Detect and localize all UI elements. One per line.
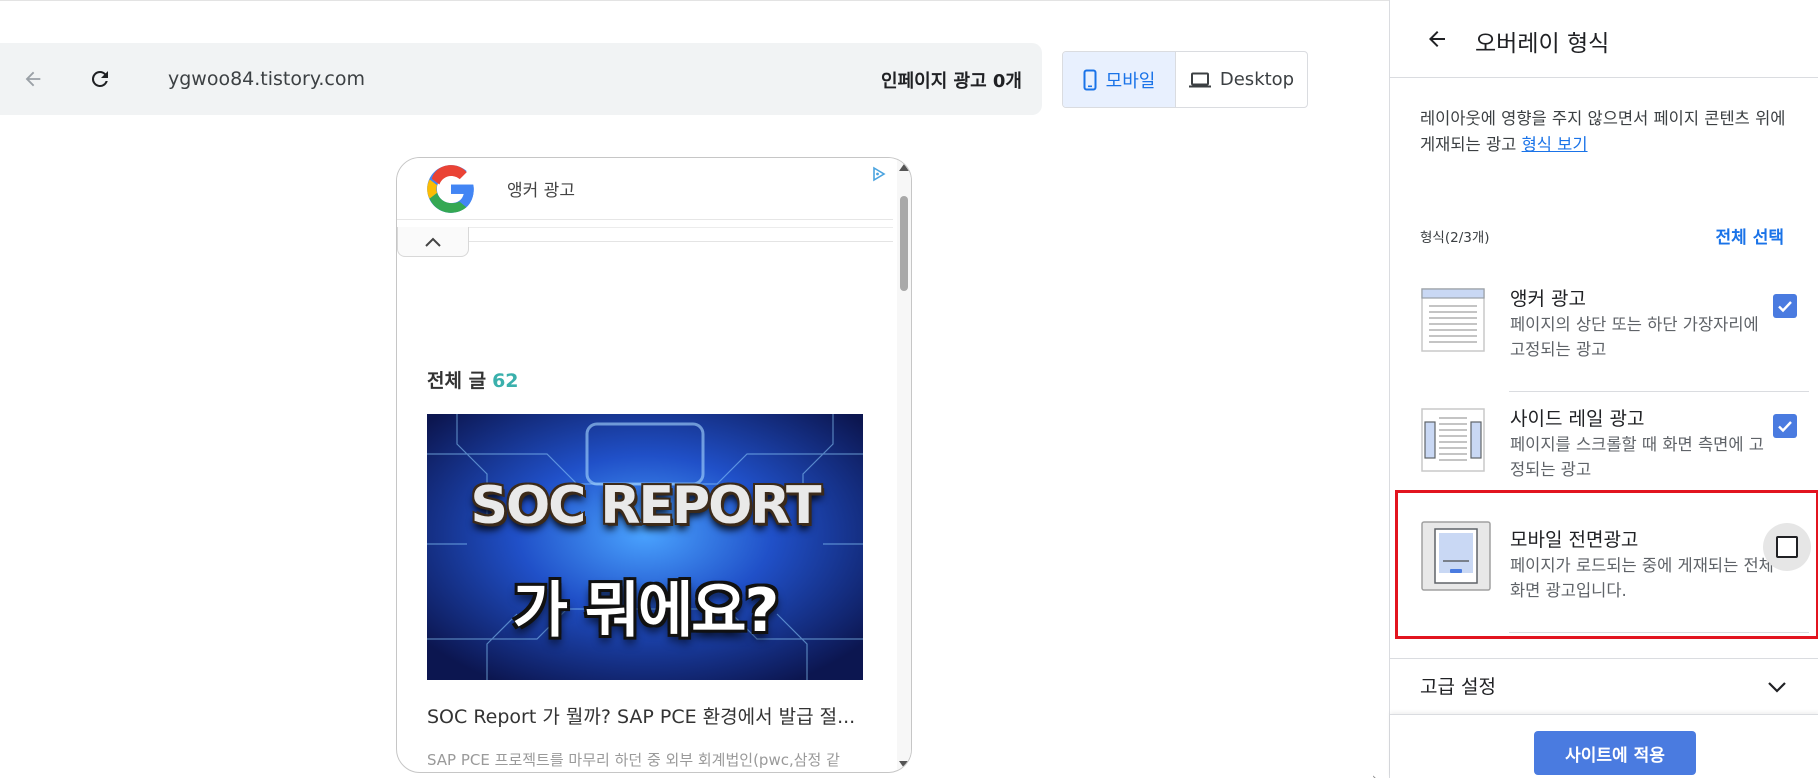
format-description: 페이지를 스크롤할 때 화면 측면에 고정되는 광고	[1510, 435, 1764, 479]
format-title: 사이드 레일 광고	[1510, 408, 1645, 430]
scroll-thumb[interactable]	[900, 196, 908, 291]
thumbnail-title-line-1: SOC REPORT	[470, 476, 822, 536]
anchor-collapse-button[interactable]	[397, 227, 469, 257]
format-item-interstitial[interactable]: 모바일 전면광고 페이지가 로드되는 중에 게재되는 전체 화면 광고입니다.	[1390, 513, 1818, 633]
post-excerpt: SAP PCE 프로젝트를 마무리 하던 중 외부 회계법인(pwc,삼정 같	[427, 751, 840, 769]
inpage-ad-count: 인페이지 광고 0개	[881, 71, 1022, 92]
app-root: ygwoo84.tistory.com 인페이지 광고 0개 모바일 Deskt…	[0, 0, 1818, 778]
panel-back-button[interactable]	[1422, 24, 1452, 54]
mobile-toggle-button[interactable]: 모바일	[1063, 52, 1176, 107]
url-bar: ygwoo84.tistory.com 인페이지 광고 0개	[0, 43, 1042, 115]
reload-button[interactable]	[84, 63, 116, 95]
google-logo-icon	[427, 165, 474, 213]
arrow-left-icon	[25, 71, 41, 87]
preview-area: ygwoo84.tistory.com 인페이지 광고 0개 모바일 Deskt…	[0, 0, 1389, 778]
anchor-checkbox[interactable]	[1773, 294, 1797, 318]
panel-footer: 사이트에 적용	[1390, 714, 1818, 778]
post-title-link[interactable]: SOC Report 가 뭘까? SAP PCE 환경에서 발급 절...	[427, 702, 877, 729]
view-formats-link[interactable]: 형식 보기	[1522, 135, 1588, 154]
chevron-up-icon	[425, 237, 441, 247]
chevron-right-icon: ›	[1372, 771, 1377, 778]
scroll-up-icon[interactable]	[899, 164, 909, 171]
anchor-ad-icon	[1421, 288, 1485, 352]
checkmark-icon	[1778, 301, 1792, 313]
panel-description-text: 레이아웃에 영향을 주지 않으면서 페이지 콘텐츠 위에 게재되는 광고	[1420, 109, 1786, 154]
panel-header: 오버레이 형식	[1390, 0, 1818, 78]
desktop-label: Desktop	[1219, 69, 1295, 90]
anchor-ad-banner[interactable]: 앵커 광고	[397, 158, 893, 220]
side-rail-checkbox[interactable]	[1773, 414, 1797, 438]
post-thumbnail[interactable]: SOC REPORT 가 뭐에요?	[427, 414, 863, 680]
format-item-side-rail[interactable]: 사이드 레일 광고 페이지를 스크롤할 때 화면 측면에 고정되는 광고	[1390, 392, 1818, 512]
chevron-down-icon	[1768, 682, 1786, 693]
checkmark-icon	[1778, 421, 1792, 433]
format-description: 페이지가 로드되는 중에 게재되는 전체 화면 광고입니다.	[1510, 556, 1774, 600]
advanced-settings-label: 고급 설정	[1420, 676, 1496, 698]
advanced-settings-expander[interactable]: 고급 설정	[1390, 658, 1818, 714]
format-title: 모바일 전면광고	[1510, 529, 1639, 551]
divider	[469, 227, 893, 242]
laptop-icon	[1188, 72, 1211, 87]
post-list-heading: 전체 글 62	[427, 366, 519, 393]
panel-title: 오버레이 형식	[1475, 31, 1610, 57]
adchoices-icon[interactable]	[871, 166, 887, 182]
arrow-left-icon	[1429, 31, 1445, 47]
url-text: ygwoo84.tistory.com	[168, 68, 365, 90]
post-count: 62	[492, 370, 519, 392]
thumbnail-title-line-2: 가 뭐에요?	[512, 576, 780, 646]
scroll-down-icon[interactable]	[899, 761, 909, 768]
checkbox-box	[1776, 536, 1798, 558]
reload-icon	[91, 70, 108, 87]
divider	[1509, 632, 1809, 633]
mobile-label: 모바일	[1105, 70, 1156, 92]
post-heading-label: 전체 글	[427, 370, 487, 392]
format-count-label: 형식(2/3개)	[1420, 230, 1490, 246]
format-item-anchor[interactable]: 앵커 광고 페이지의 상단 또는 하단 가장자리에 고정되는 광고	[1390, 272, 1818, 392]
mobile-preview-frame: 앵커 광고 전체 글 62 SOC REPORT 가 뭐에요? SOC Repo…	[396, 157, 912, 773]
device-toggle: 모바일 Desktop	[1062, 51, 1308, 108]
smartphone-icon	[1083, 69, 1097, 90]
desktop-toggle-button[interactable]: Desktop	[1176, 52, 1307, 107]
apply-to-site-button[interactable]: 사이트에 적용	[1534, 731, 1696, 775]
interstitial-checkbox[interactable]	[1763, 523, 1811, 571]
select-all-button[interactable]: 전체 선택	[1716, 223, 1784, 248]
preview-scrollbar[interactable]	[897, 158, 911, 772]
panel-description: 레이아웃에 영향을 주지 않으면서 페이지 콘텐츠 위에 게재되는 광고 형식 …	[1420, 106, 1796, 158]
back-button[interactable]	[17, 63, 49, 95]
format-title: 앵커 광고	[1510, 288, 1586, 310]
interstitial-ad-icon	[1421, 521, 1491, 591]
overlay-format-panel: 오버레이 형식 레이아웃에 영향을 주지 않으면서 페이지 콘텐츠 위에 게재되…	[1389, 0, 1818, 778]
format-description: 페이지의 상단 또는 하단 가장자리에 고정되는 광고	[1510, 315, 1759, 359]
side-rail-ad-icon	[1421, 408, 1485, 472]
anchor-ad-label: 앵커 광고	[507, 181, 575, 201]
